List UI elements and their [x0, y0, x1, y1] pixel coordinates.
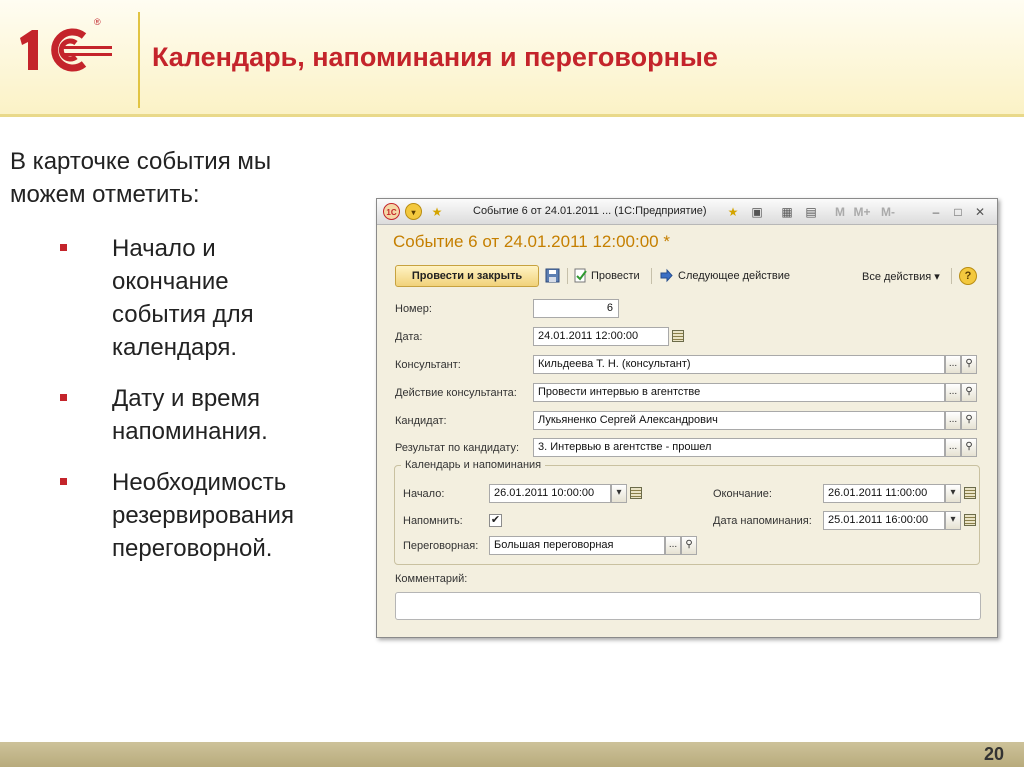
candidate-choose-button[interactable]: ... — [945, 411, 961, 430]
bullet-line: окончание — [112, 268, 229, 295]
save-icon[interactable] — [545, 268, 560, 283]
candidate-result-search-icon[interactable]: ⚲ — [961, 438, 977, 457]
page-number: 20 — [983, 744, 1004, 764]
form-toolbar: Провести и закрыть Провести Следующее де… — [377, 263, 997, 289]
candidate-result-label: Результат по кандидату: — [395, 442, 520, 454]
consultant-action-field[interactable]: Провести интервью в агентстве — [533, 383, 945, 402]
footer-band — [0, 742, 1024, 767]
bullet-line: Начало и — [112, 235, 216, 262]
remind-datetime-field[interactable]: 25.01.2011 16:00:00 — [823, 511, 945, 530]
candidate-result-choose-button[interactable]: ... — [945, 438, 961, 457]
bullet-line: события для — [112, 301, 254, 328]
bullet-square-icon — [60, 244, 67, 251]
all-actions-menu[interactable]: Все действия ▾ — [862, 270, 940, 283]
toolbar-separator — [951, 268, 952, 284]
room-search-icon[interactable]: ⚲ — [681, 536, 697, 555]
bullet-item: Дату и время напоминания. — [60, 382, 350, 448]
room-field[interactable]: Большая переговорная — [489, 536, 665, 555]
candidate-result-field[interactable]: 3. Интервью в агентстве - прошел — [533, 438, 945, 457]
consultant-action-choose-button[interactable]: ... — [945, 383, 961, 402]
window-title: Событие 6 от 24.01.2011 ... (1С:Предприя… — [473, 205, 707, 217]
help-button[interactable]: ? — [959, 267, 977, 285]
1c-logo — [14, 24, 124, 76]
remind-dropdown-button[interactable]: ▾ — [945, 511, 961, 530]
consultant-label: Консультант: — [395, 359, 461, 371]
consultant-action-search-icon[interactable]: ⚲ — [961, 383, 977, 402]
bullet-line: напоминания. — [112, 418, 268, 445]
intro-line: В карточке события мы — [10, 148, 272, 175]
favorite-star-icon[interactable]: ★ — [429, 204, 445, 220]
post-and-close-button[interactable]: Провести и закрыть — [395, 265, 539, 287]
bullet-line: резервирования — [112, 502, 294, 529]
number-field[interactable]: 6 — [533, 299, 619, 318]
consultant-open-search-icon[interactable]: ⚲ — [961, 355, 977, 374]
intro-line: можем отметить: — [10, 181, 200, 208]
maximize-icon[interactable]: □ — [951, 204, 965, 220]
bullet-line: Дату и время — [112, 385, 261, 412]
bullet-square-icon — [60, 478, 67, 485]
bullet-line: календаря. — [112, 334, 238, 361]
end-label: Окончание: — [713, 488, 772, 500]
comment-field[interactable] — [395, 592, 981, 620]
app-icon[interactable]: 1С — [383, 203, 400, 220]
menu-dropdown-icon[interactable]: ▾ — [405, 203, 422, 220]
slide-title: Календарь, напоминания и переговорные — [152, 42, 718, 72]
consultant-action-label: Действие консультанта: — [395, 387, 517, 399]
toolbar-separator — [567, 268, 568, 284]
date-field[interactable]: 24.01.2011 12:00:00 — [533, 327, 669, 346]
remind-checkbox[interactable]: ✔ — [489, 514, 502, 527]
intro-text: В карточке события мы можем отметить: — [10, 145, 350, 211]
minimize-icon[interactable]: – — [929, 204, 943, 220]
bullet-line: переговорной. — [112, 535, 273, 562]
end-calendar-icon[interactable] — [964, 487, 976, 499]
end-dropdown-button[interactable]: ▾ — [945, 484, 961, 503]
memory-mminus-button[interactable]: M- — [877, 204, 899, 220]
bullet-item: Начало и окончание события для календаря… — [60, 232, 350, 364]
window-titlebar: 1С ▾ ★ Событие 6 от 24.01.2011 ... (1С:П… — [377, 199, 997, 225]
start-calendar-icon[interactable] — [630, 487, 642, 499]
next-action-button[interactable]: Следующее действие — [678, 270, 790, 282]
start-label: Начало: — [403, 488, 445, 500]
toolbar-separator — [651, 268, 652, 284]
room-label: Переговорная: — [403, 540, 479, 552]
date-calendar-icon[interactable] — [672, 330, 684, 342]
memory-mplus-button[interactable]: M+ — [851, 204, 873, 220]
header-divider — [138, 12, 140, 108]
room-choose-button[interactable]: ... — [665, 536, 681, 555]
calendar-group-legend: Календарь и напоминания — [401, 459, 546, 471]
post-icon[interactable] — [573, 268, 588, 283]
post-button[interactable]: Провести — [591, 270, 640, 282]
number-label: Номер: — [395, 303, 432, 315]
comment-label: Комментарий: — [395, 573, 468, 585]
remind-date-label: Дата напоминания: — [713, 515, 812, 527]
memory-m-button[interactable]: M — [833, 204, 847, 220]
bullet-list: Начало и окончание события для календаря… — [60, 232, 350, 583]
start-datetime-field[interactable]: 26.01.2011 10:00:00 — [489, 484, 611, 503]
start-dropdown-button[interactable]: ▾ — [611, 484, 627, 503]
close-icon[interactable]: ✕ — [973, 204, 987, 220]
consultant-field[interactable]: Кильдеева Т. Н. (консультант) — [533, 355, 945, 374]
candidate-field[interactable]: Лукьяненко Сергей Александрович — [533, 411, 945, 430]
candidate-search-icon[interactable]: ⚲ — [961, 411, 977, 430]
date-label: Дата: — [395, 331, 423, 343]
bullet-item: Необходимость резервирования переговорно… — [60, 466, 350, 565]
end-datetime-field[interactable]: 26.01.2011 11:00:00 — [823, 484, 945, 503]
calculator-icon[interactable]: ▦ — [779, 204, 795, 220]
header-underline — [0, 114, 1024, 117]
calendar-icon[interactable]: ▤ — [803, 204, 819, 220]
form-title: Событие 6 от 24.01.2011 12:00:00 * — [393, 232, 670, 251]
remind-calendar-icon[interactable] — [964, 514, 976, 526]
registered-mark: ® — [94, 17, 101, 27]
bullet-square-icon — [60, 394, 67, 401]
remind-label: Напомнить: — [403, 515, 463, 527]
bullet-line: Необходимость — [112, 469, 287, 496]
event-form-window: 1С ▾ ★ Событие 6 от 24.01.2011 ... (1С:П… — [376, 198, 998, 638]
candidate-label: Кандидат: — [395, 415, 447, 427]
bookmark-icon[interactable]: ▣ — [749, 204, 765, 220]
consultant-choose-button[interactable]: ... — [945, 355, 961, 374]
add-favorite-icon[interactable]: ★ — [725, 204, 741, 220]
next-action-icon[interactable] — [659, 268, 674, 283]
